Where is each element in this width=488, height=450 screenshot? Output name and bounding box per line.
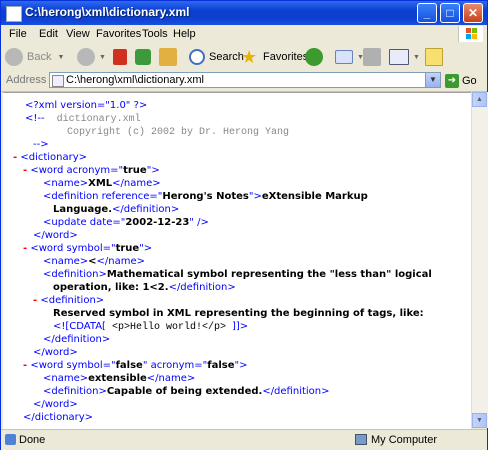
go-label: Go (462, 75, 477, 87)
scroll-up-icon[interactable]: ▲ (472, 92, 487, 107)
stop-button[interactable] (113, 46, 131, 68)
scroll-down-icon[interactable]: ▼ (472, 413, 487, 428)
xml-dictionary-close: </dictionary> (23, 412, 94, 423)
xml-element-name: <name>extensible</name> (43, 373, 196, 384)
favorites-button[interactable]: ★ Favorites (241, 46, 308, 68)
address-input[interactable]: C:\herong\xml\dictionary.xml ▼ (49, 72, 441, 88)
address-label: Address (6, 74, 47, 86)
chevron-down-icon: ▼ (57, 53, 65, 61)
xml-word-close: </word> (33, 347, 78, 358)
address-value: C:\herong\xml\dictionary.xml (66, 74, 204, 86)
xml-declaration: <?xml version="1.0" ?> (25, 100, 148, 111)
menu-favorites[interactable]: Favorites (96, 28, 141, 40)
back-button[interactable]: Back ▼ (5, 46, 64, 68)
xml-element-definition: <definition reference="Herong's Notes">e… (43, 191, 368, 202)
menu-bar: File Edit View Favorites Tools Help (1, 25, 487, 44)
window-title: C:\herong\xml\dictionary.xml (25, 5, 190, 19)
menu-file[interactable]: File (9, 28, 27, 40)
mail-button[interactable]: ▼ (335, 46, 364, 68)
title-bar[interactable]: C:\herong\xml\dictionary.xml _ □ ✕ (1, 1, 487, 25)
page-icon (52, 75, 64, 87)
page-done-icon (5, 434, 16, 445)
discuss-button[interactable] (425, 46, 447, 68)
back-arrow-icon (5, 48, 23, 66)
menu-help[interactable]: Help (173, 28, 196, 40)
xml-element-name: <name>XML</name> (43, 178, 161, 189)
maximize-button[interactable]: □ (440, 3, 460, 23)
edit-button[interactable]: ▼ (389, 46, 420, 68)
stop-icon (113, 49, 127, 65)
xml-definition-close: </definition> (43, 334, 111, 345)
xml-element-name: <name><</name> (43, 256, 146, 267)
tree-node-word-1[interactable]: - <word acronym="true"> (23, 164, 160, 177)
xml-view[interactable]: <?xml version="1.0" ?> <!-- dictionary.x… (3, 92, 471, 429)
xml-comment: <!-- dictionary.xml (25, 113, 141, 125)
tree-node-word-3[interactable]: - <word symbol="false" acronym="false"> (23, 359, 247, 372)
star-icon: ★ (241, 47, 258, 67)
tree-node-word-2[interactable]: - <word symbol="true"> (23, 242, 152, 255)
menu-edit[interactable]: Edit (39, 28, 58, 40)
address-bar: Address C:\herong\xml\dictionary.xml ▼ ➜… (1, 71, 487, 92)
print-button[interactable] (363, 46, 385, 68)
toolbar: Back ▼ ▼ Search ★ Favorites ▼ ▼ (1, 43, 487, 72)
xml-element-update: <update date="2002-12-23" /> (43, 217, 209, 228)
refresh-button[interactable] (135, 46, 155, 68)
forward-arrow-icon (77, 48, 95, 66)
chevron-down-icon: ▼ (413, 53, 420, 61)
favorites-label: Favorites (263, 51, 309, 63)
status-text: Done (19, 434, 46, 446)
refresh-icon (135, 49, 151, 65)
xml-word-close: </word> (33, 399, 78, 410)
xml-comment-end: --> (33, 139, 49, 150)
tree-node-definition[interactable]: - <definition> (33, 294, 104, 307)
home-button[interactable] (159, 46, 181, 68)
go-arrow-icon: ➜ (445, 74, 459, 88)
printer-icon (363, 48, 381, 66)
home-icon (159, 48, 177, 66)
xml-element-definition: <definition>Mathematical symbol represen… (43, 269, 432, 280)
xml-word-close: </word> (33, 230, 78, 241)
xml-comment-text: Copyright (c) 2002 by Dr. Herong Yang (49, 127, 290, 138)
mail-icon (335, 50, 353, 64)
go-button[interactable]: ➜ Go (445, 73, 477, 89)
minimize-button[interactable]: _ (417, 3, 437, 23)
search-label: Search (209, 51, 244, 63)
ie-page-icon (6, 6, 22, 22)
chevron-down-icon: ▼ (99, 53, 106, 61)
chevron-down-icon[interactable]: ▼ (425, 73, 440, 87)
xml-element-definition: <definition>Capable of being extended.</… (43, 386, 330, 397)
tree-node-dictionary[interactable]: - <dictionary> (13, 151, 87, 164)
menu-view[interactable]: View (66, 28, 90, 40)
history-icon (305, 48, 323, 66)
back-label: Back (27, 51, 52, 63)
xml-text: Reserved symbol in XML representing the … (53, 308, 424, 319)
xml-text: Language.</definition> (53, 204, 180, 215)
note-icon (425, 48, 443, 66)
vertical-scrollbar[interactable]: ▲ ▼ (471, 92, 488, 428)
xml-text: operation, like: 1<2.</definition> (53, 282, 236, 293)
edit-page-icon (389, 49, 409, 65)
xml-cdata: <![CDATA[ <p>Hello world!</p> ]]> (53, 321, 249, 333)
windows-logo-icon (458, 26, 483, 42)
computer-icon (355, 434, 367, 445)
ie-window: C:\herong\xml\dictionary.xml _ □ ✕ File … (0, 0, 488, 450)
menu-tools[interactable]: Tools (142, 28, 168, 40)
security-zone: My Computer (371, 434, 438, 446)
close-button[interactable]: ✕ (463, 3, 483, 23)
status-bar: Done My Computer (1, 429, 487, 450)
search-button[interactable]: Search (189, 46, 244, 68)
forward-button[interactable]: ▼ (77, 46, 106, 68)
history-button[interactable] (305, 46, 327, 68)
search-icon (189, 49, 205, 65)
